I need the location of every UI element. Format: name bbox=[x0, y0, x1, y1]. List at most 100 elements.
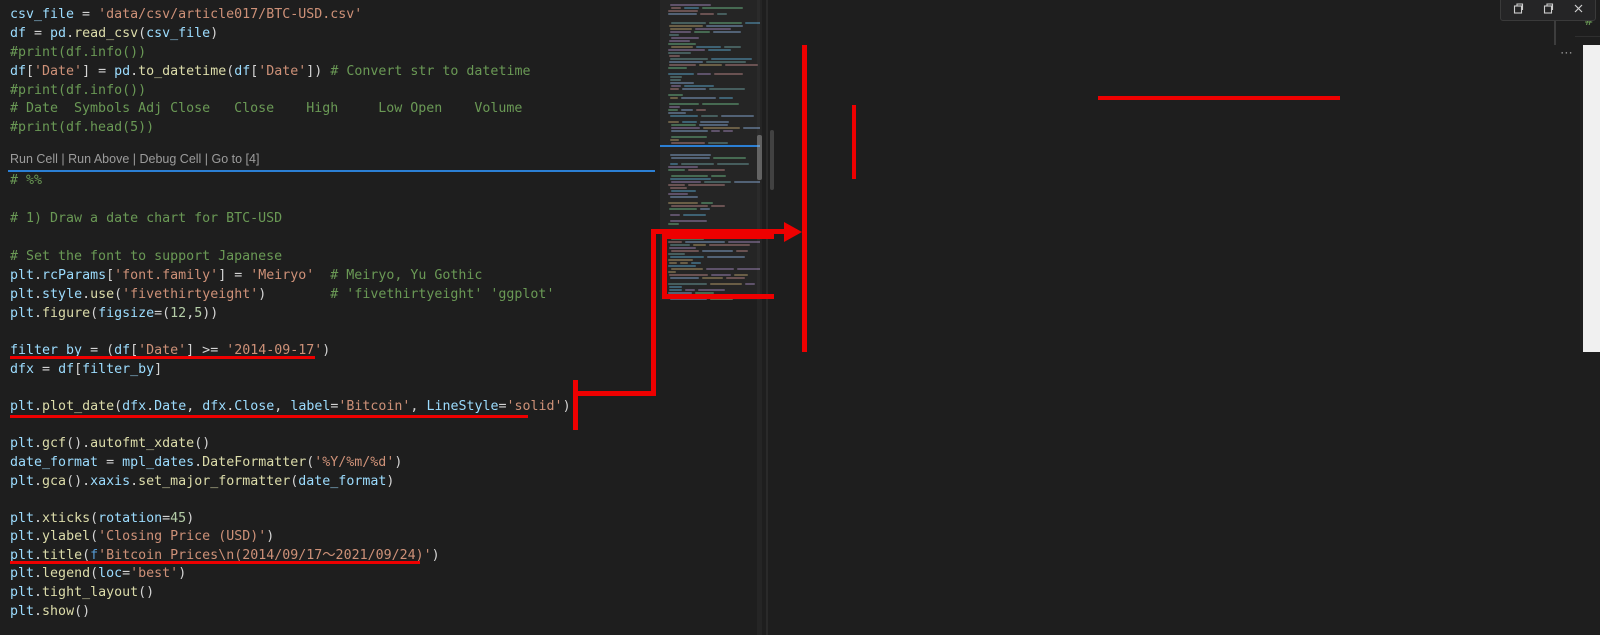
code-token: [ bbox=[106, 268, 115, 283]
code-token: ] bbox=[154, 362, 163, 377]
code-token: pd bbox=[50, 26, 67, 41]
code-token: 'data/csv/article017/BTC-USD.csv' bbox=[98, 7, 363, 22]
code-line-4[interactable]: #print(df.info()) bbox=[10, 82, 146, 101]
code-token: , bbox=[410, 399, 427, 414]
code-line-22[interactable]: plt.legend(loc='best') bbox=[10, 565, 186, 584]
annotation-underline-title bbox=[10, 561, 420, 564]
code-line-2[interactable]: #print(df.info()) bbox=[10, 44, 146, 63]
split-panel-icon[interactable] bbox=[1533, 0, 1563, 18]
code-token: = bbox=[74, 7, 99, 22]
code-token: style bbox=[42, 287, 83, 302]
code-line-17[interactable]: date_format = mpl_dates.DateFormatter('%… bbox=[10, 454, 402, 473]
code-token: rcParams bbox=[42, 268, 107, 283]
code-token: '%Y/%m/%d' bbox=[314, 455, 395, 470]
code-line-11[interactable]: plt.style.use('fivethirtyeight') # 'five… bbox=[10, 286, 554, 305]
code-line-18[interactable]: plt.gca().xaxis.set_major_formatter(date… bbox=[10, 473, 394, 492]
output-cell-underline bbox=[1575, 36, 1600, 37]
code-token: ( bbox=[114, 399, 123, 414]
code-line-0[interactable]: csv_file = 'data/csv/article017/BTC-USD.… bbox=[10, 6, 362, 25]
code-token: 'best' bbox=[130, 566, 179, 581]
vscode-window: csv_file = 'data/csv/article017/BTC-USD.… bbox=[0, 0, 1600, 635]
annotation-arrow-head-icon bbox=[784, 222, 802, 242]
code-line-14[interactable]: dfx = df[filter_by] bbox=[10, 361, 162, 380]
code-token: ) bbox=[266, 529, 275, 544]
code-line-10[interactable]: plt.rcParams['font.family'] = 'Meiryo' #… bbox=[10, 267, 482, 286]
annotation-arrow-horizontal-bottom bbox=[573, 391, 656, 396]
code-token: () bbox=[74, 604, 91, 619]
code-line-8[interactable]: # 1) Draw a date chart for BTC-USD bbox=[10, 210, 282, 229]
code-token: . bbox=[130, 64, 139, 79]
code-token: plt bbox=[10, 399, 35, 414]
code-token: LineStyle bbox=[426, 399, 499, 414]
code-line-15[interactable]: plt.plot_date(dfx.Date, dfx.Close, label… bbox=[10, 398, 571, 417]
code-token: (). bbox=[66, 436, 91, 451]
code-token: , bbox=[186, 399, 203, 414]
code-token: df bbox=[10, 26, 27, 41]
code-line-5[interactable]: # Date Symbols Adj Close Close High Low … bbox=[10, 100, 522, 119]
pane-splitter[interactable] bbox=[766, 0, 768, 635]
close-icon[interactable] bbox=[1563, 0, 1593, 18]
annotation-title-underline bbox=[1098, 96, 1340, 100]
code-token: ( bbox=[90, 511, 99, 526]
code-line-23[interactable]: plt.tight_layout() bbox=[10, 584, 154, 603]
notebook-cell-divider bbox=[8, 170, 655, 172]
pane-splitter-handle[interactable] bbox=[770, 130, 774, 190]
code-token: plt bbox=[10, 511, 35, 526]
code-line-16[interactable]: plt.gcf().autofmt_xdate() bbox=[10, 435, 210, 454]
restore-panel-icon[interactable] bbox=[1503, 0, 1533, 18]
panel-window-controls[interactable] bbox=[1500, 0, 1596, 21]
code-editor-pane[interactable]: csv_file = 'data/csv/article017/BTC-USD.… bbox=[0, 0, 655, 635]
code-token: # %% bbox=[10, 173, 43, 188]
code-token: = bbox=[34, 362, 59, 377]
code-line-20[interactable]: plt.ylabel('Closing Price (USD)') bbox=[10, 528, 274, 547]
code-token: = bbox=[122, 566, 131, 581]
editor-scrollbar-track[interactable] bbox=[757, 0, 762, 635]
code-token: ( bbox=[90, 306, 99, 321]
code-token: label bbox=[290, 399, 331, 414]
code-token: 'Bitcoin' bbox=[338, 399, 411, 414]
codelens-run-cell[interactable]: Run Cell | Run Above | Debug Cell | Go t… bbox=[10, 152, 259, 166]
code-token: mpl_dates bbox=[122, 455, 195, 470]
code-token: 'Meiryo' bbox=[250, 268, 315, 283]
code-token: plt bbox=[10, 585, 35, 600]
code-token: set_major_formatter bbox=[138, 474, 291, 489]
code-token: show bbox=[42, 604, 75, 619]
code-token: df bbox=[10, 64, 27, 79]
code-token: ]) bbox=[306, 64, 331, 79]
code-token: # 'fivethirtyeight' 'ggplot' bbox=[330, 287, 555, 302]
code-token: = bbox=[98, 455, 123, 470]
code-line-7[interactable]: # %% bbox=[10, 172, 42, 191]
code-token: ) bbox=[178, 566, 187, 581]
more-actions-icon[interactable]: ⋯ bbox=[1560, 46, 1574, 61]
code-token: pd bbox=[114, 64, 131, 79]
code-token: ] = bbox=[82, 64, 115, 79]
code-line-24[interactable]: plt.show() bbox=[10, 603, 90, 622]
code-token: 'Date' bbox=[34, 64, 83, 79]
code-token: #print(df.head(5)) bbox=[10, 120, 155, 135]
code-line-19[interactable]: plt.xticks(rotation=45) bbox=[10, 510, 194, 529]
code-line-1[interactable]: df = pd.read_csv(csv_file) bbox=[10, 25, 218, 44]
code-token: to_datetime bbox=[138, 64, 227, 79]
code-token: . bbox=[34, 566, 43, 581]
minimap-cell-divider bbox=[660, 145, 760, 147]
code-token: DateFormatter bbox=[202, 455, 307, 470]
code-token: figsize bbox=[98, 306, 155, 321]
code-token: loc bbox=[98, 566, 123, 581]
code-token: 12 bbox=[170, 306, 187, 321]
code-token: xaxis bbox=[90, 474, 131, 489]
code-line-12[interactable]: plt.figure(figsize=(12,5)) bbox=[10, 305, 218, 324]
matplotlib-figure: Bitcoin Prices (2014/09/17〜2021/09/24) C… bbox=[1583, 45, 1600, 352]
code-token: ) bbox=[322, 343, 331, 358]
code-line-6[interactable]: #print(df.head(5)) bbox=[10, 119, 154, 138]
editor-scrollbar-thumb[interactable] bbox=[757, 135, 762, 180]
code-token: ) bbox=[431, 548, 440, 563]
code-token: ) bbox=[210, 26, 219, 41]
code-line-9[interactable]: # Set the font to support Japanese bbox=[10, 248, 282, 267]
annotation-arrow-vertical bbox=[651, 229, 656, 396]
code-line-3[interactable]: df['Date'] = pd.to_datetime(df['Date']) … bbox=[10, 63, 530, 82]
code-token: plot_date bbox=[42, 399, 115, 414]
code-token: df bbox=[234, 64, 251, 79]
code-token: rotation bbox=[98, 511, 163, 526]
code-token: #print(df.info()) bbox=[10, 83, 147, 98]
